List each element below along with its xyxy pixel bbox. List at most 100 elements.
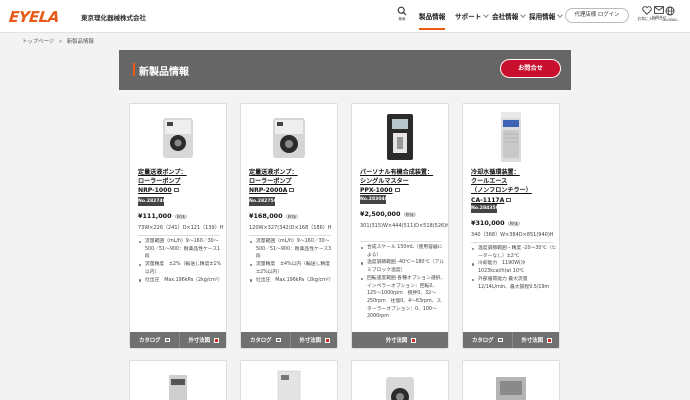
- product-name-line: 定量送液ポンプ：: [249, 169, 298, 176]
- eyela-logo[interactable]: EYELA: [8, 8, 60, 26]
- product-model: NRP-1000: [138, 187, 172, 195]
- nav-support[interactable]: サポート: [455, 11, 490, 21]
- drawing-label: 外寸法図: [299, 338, 322, 344]
- drawing-label: 外寸法図: [188, 338, 211, 344]
- spec-item: 吐出圧 Max.196kPa（2kg/cm²）: [138, 277, 224, 285]
- drawing-button[interactable]: 外寸法図: [289, 332, 338, 348]
- product-card: パーソナル有機合成装置： シングルマスター PPX-1000 No.283040 ¥…: [351, 103, 449, 349]
- nav-company[interactable]: 会社情報: [492, 11, 527, 21]
- product-card: 定量送液ポンプ： ローラーポンプ NRP-2000A No.282750 ¥168,…: [240, 103, 338, 349]
- price-value: ¥2,500,000: [360, 210, 401, 218]
- product-code-badge: No.283040: [360, 195, 388, 204]
- product-code-badge: No.284350: [471, 204, 499, 213]
- price-value: ¥111,000: [138, 212, 172, 220]
- product-price: ¥2,500,000（税抜）: [360, 210, 418, 218]
- nav-products[interactable]: 製品情報: [419, 11, 446, 30]
- roller-pump-image[interactable]: [159, 110, 197, 165]
- spec-list: 温度調節範囲・精度 -20～30℃（ヒーターなし）±2℃ 冷却能力 1190W(…: [471, 245, 557, 291]
- spec-list: 流量範囲（mL/h）9～160／30～500／51～900：耐薬品性ケース1段 …: [138, 238, 224, 284]
- catalog-label: カタログ: [138, 338, 161, 344]
- nav-support-label: サポート: [455, 13, 482, 21]
- drawing-button[interactable]: 外寸法図: [511, 332, 560, 348]
- breadcrumb-separator: >: [58, 39, 63, 45]
- contact-button[interactable]: お問合せ: [500, 59, 561, 78]
- drawing-label: 外寸法図: [385, 338, 408, 344]
- roller-pump-image[interactable]: [270, 110, 308, 165]
- globe-icon: [665, 6, 675, 16]
- drawing-button[interactable]: 外寸法図: [178, 332, 227, 348]
- product-model: PPX-1000: [360, 187, 393, 195]
- pdf-icon: [547, 337, 553, 343]
- global-label: GLOBAL: [662, 17, 678, 22]
- product-name-line: シングルマスター: [360, 178, 409, 186]
- catalog-label: カタログ: [471, 338, 494, 344]
- product-dimensions: 340（368）W×384D×851(940)H: [471, 232, 554, 238]
- nav-recruit-label: 採用情報: [529, 13, 556, 21]
- external-link-icon: [275, 338, 281, 342]
- product-name-line: 定量送液ポンプ：: [138, 169, 187, 176]
- product-dimensions: 301(315)W×444(511)D×518(526)H: [360, 223, 449, 229]
- spec-item: 温度調節範囲・精度 -20～30℃（ヒーターなし）±2℃: [471, 245, 557, 260]
- search-label: 検索: [398, 17, 406, 21]
- tax-note: （税抜）: [172, 214, 190, 219]
- price-value: ¥310,000: [471, 219, 505, 227]
- header-global[interactable]: GLOBAL: [659, 6, 681, 22]
- product-card: [462, 360, 560, 400]
- catalog-button[interactable]: カタログ: [463, 332, 512, 348]
- chevron-down-icon: [557, 12, 564, 18]
- synthesis-device-image[interactable]: [381, 110, 419, 165]
- product-name-link[interactable]: 冷却水循環装置： クールエース （ノンフロンチラー） CA-1117A: [471, 168, 557, 205]
- nav-recruit[interactable]: 採用情報: [529, 11, 564, 21]
- header-search[interactable]: 検索: [395, 6, 409, 22]
- external-link-icon: [173, 188, 179, 193]
- drawing-button[interactable]: 外寸法図: [352, 332, 448, 348]
- spec-item: 冷却能力 1190W(冷1023kcal/h)at 10℃: [471, 260, 557, 275]
- site-header: EYELA 東京理化器械株式会社 検索 製品情報 サポート 会社情報 採用情報 …: [0, 0, 690, 33]
- product-price: ¥111,000（税抜）: [138, 212, 189, 220]
- title-accent-bar: [133, 63, 135, 76]
- product-card: [351, 360, 449, 400]
- product-dimensions: 120W×327(342)D×168（186）H: [249, 225, 332, 231]
- product-image[interactable]: [270, 367, 308, 400]
- product-name-line: ローラーポンプ: [138, 178, 181, 186]
- spec-item: 流量範囲（mL/h）9～160／30～500／51～900：耐薬品性ケース1段: [138, 238, 224, 261]
- product-card: 定量送液ポンプ： ローラーポンプ NRP-1000 No.282740 ¥111,0…: [129, 103, 227, 349]
- product-name-link[interactable]: 定量送液ポンプ： ローラーポンプ NRP-1000: [138, 168, 224, 196]
- agent-login-button[interactable]: 代理店様 ログイン: [565, 8, 629, 23]
- pdf-icon: [214, 337, 220, 343]
- catalog-button[interactable]: カタログ: [241, 332, 290, 348]
- chiller-image[interactable]: [492, 110, 530, 165]
- product-card: [129, 360, 227, 400]
- search-icon: [397, 6, 407, 16]
- product-code-badge: No.282750: [249, 197, 277, 206]
- nav-products-label: 製品情報: [419, 13, 446, 21]
- product-name-link[interactable]: 定量送液ポンプ： ローラーポンプ NRP-2000A: [249, 168, 335, 196]
- price-value: ¥168,000: [249, 212, 283, 220]
- breadcrumb: トップページ > 新製品情報: [22, 37, 94, 45]
- product-name-line: （ノンフロンチラー）: [471, 187, 532, 195]
- chevron-down-icon: [520, 12, 527, 18]
- divider: [360, 241, 442, 242]
- external-link-icon: [289, 188, 295, 193]
- drawing-label: 外寸法図: [521, 338, 544, 344]
- spec-item: 流量精度 ±4%以内（輸送し精度±2%以内）: [249, 261, 335, 276]
- product-price: ¥168,000（税抜）: [249, 212, 300, 220]
- product-name-line: 冷却水循環装置：: [471, 169, 520, 176]
- catalog-button[interactable]: カタログ: [130, 332, 179, 348]
- product-image[interactable]: [492, 367, 530, 400]
- product-name-line: クールエース: [471, 178, 508, 186]
- tax-note: （税抜）: [401, 212, 419, 217]
- product-image[interactable]: [159, 367, 197, 400]
- product-name-link[interactable]: パーソナル有機合成装置： シングルマスター PPX-1000: [360, 168, 446, 196]
- breadcrumb-current: 新製品情報: [66, 39, 94, 45]
- divider: [138, 235, 220, 236]
- product-code-badge: No.282740: [138, 197, 166, 206]
- breadcrumb-home[interactable]: トップページ: [22, 39, 54, 45]
- product-image[interactable]: [381, 367, 419, 400]
- product-model: NRP-2000A: [249, 187, 288, 195]
- spec-item: 吐出圧 Max.196kPa（2kg/cm²）: [249, 277, 335, 285]
- spec-item: 合成スケール 150mL（使用容器による）: [360, 244, 446, 259]
- product-card: 冷却水循環装置： クールエース （ノンフロンチラー） CA-1117A No.2843…: [462, 103, 560, 349]
- tax-note: （税抜）: [505, 221, 523, 226]
- company-name[interactable]: 東京理化器械株式会社: [81, 12, 146, 22]
